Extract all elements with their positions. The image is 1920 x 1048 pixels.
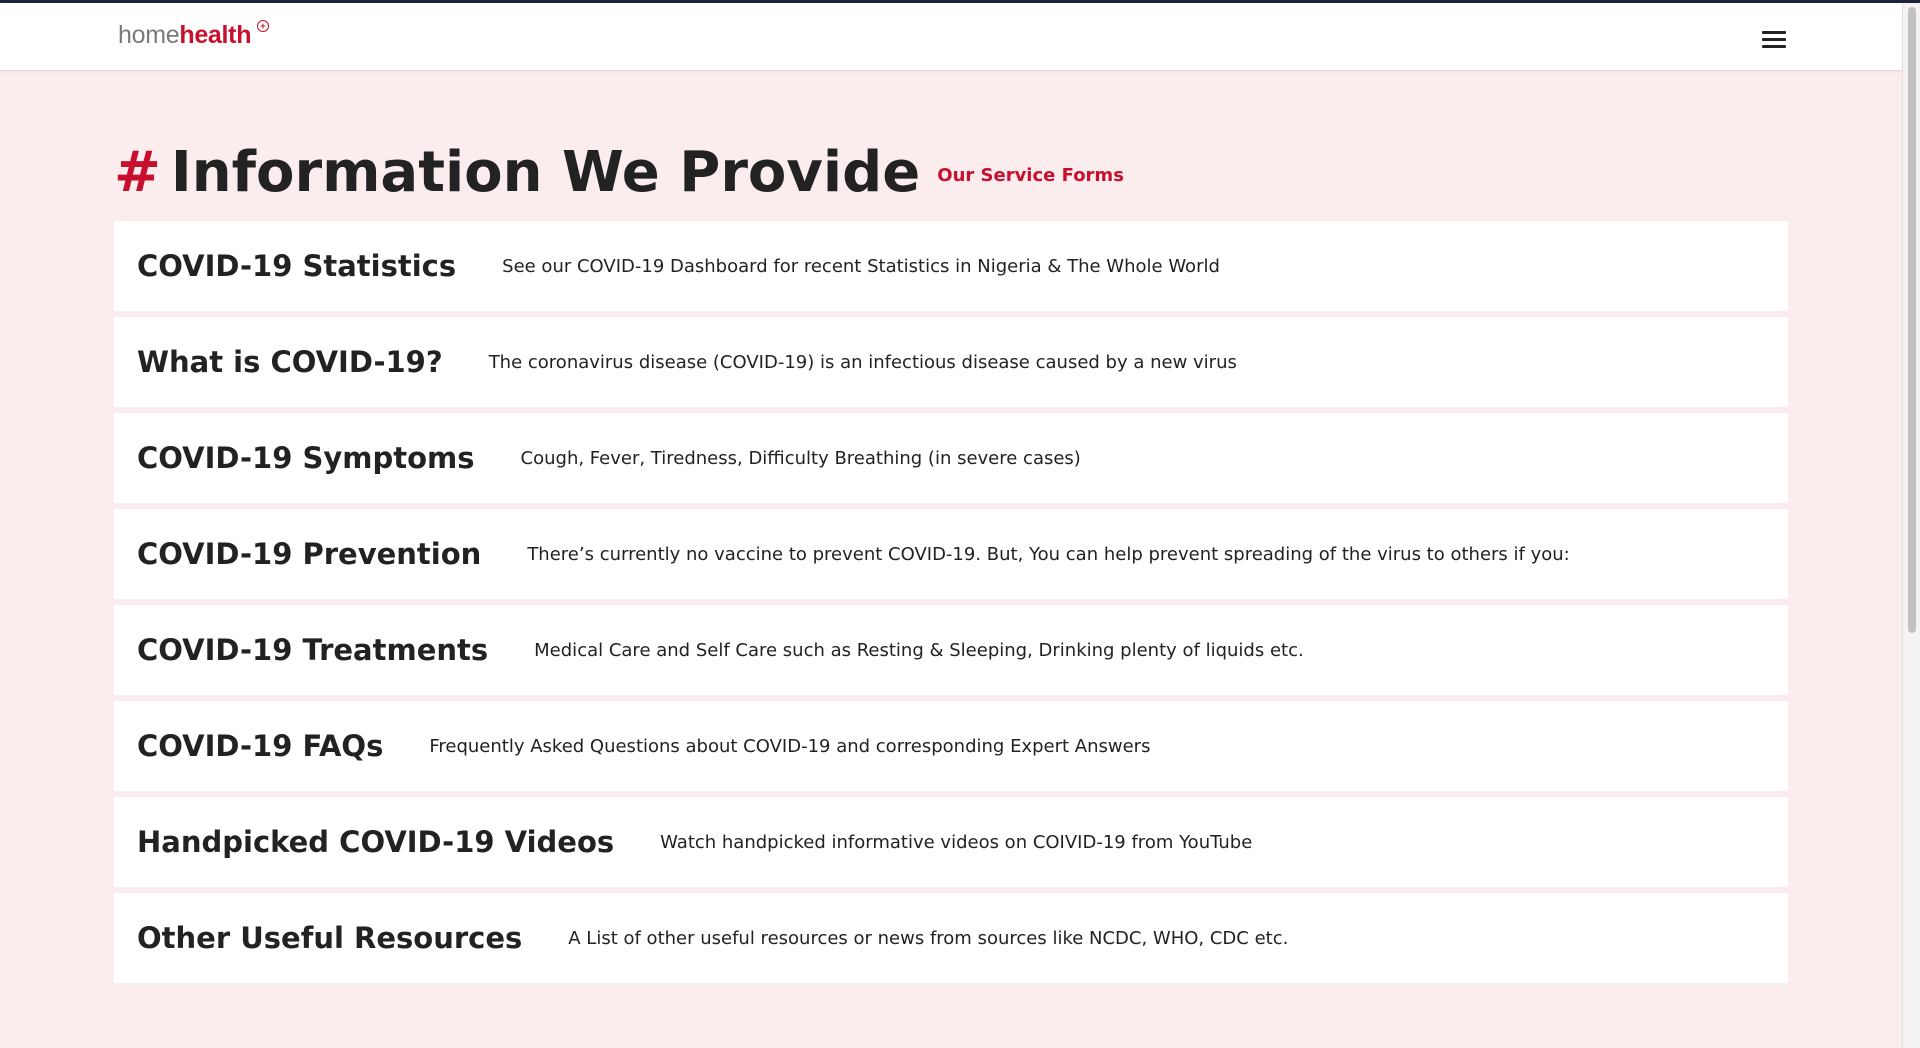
menu-bar-top <box>1762 31 1786 34</box>
item-title: What is COVID-19? <box>137 345 443 379</box>
top-navbar: homehealth + <box>0 3 1902 71</box>
item-description: There’s currently no vaccine to prevent … <box>527 543 1570 565</box>
item-description: Cough, Fever, Tiredness, Difficulty Brea… <box>520 447 1081 469</box>
list-item[interactable]: COVID-19 FAQs Frequently Asked Questions… <box>114 701 1788 791</box>
list-item[interactable]: Other Useful Resources A List of other u… <box>114 893 1788 983</box>
item-description: The coronavirus disease (COVID-19) is an… <box>488 351 1237 373</box>
homehealth-logo[interactable]: homehealth <box>118 21 251 50</box>
heading-hash: # <box>114 140 161 205</box>
page-scrollbar[interactable] <box>1902 3 1920 1048</box>
list-item[interactable]: COVID-19 Statistics See our COVID-19 Das… <box>114 221 1788 311</box>
logo-home-text: home <box>118 21 180 49</box>
logo-plus-icon: + <box>257 20 269 32</box>
item-description: Medical Care and Self Care such as Resti… <box>534 639 1304 661</box>
service-forms-link[interactable]: Our Service Forms <box>937 165 1124 186</box>
logo-health-text: health <box>179 21 252 49</box>
item-title: COVID-19 FAQs <box>137 729 384 763</box>
section-heading: # Information We Provide Our Service Form… <box>114 140 1124 205</box>
info-list: COVID-19 Statistics See our COVID-19 Das… <box>114 221 1788 989</box>
item-title: Handpicked COVID-19 Videos <box>137 825 615 859</box>
menu-bar-middle <box>1762 38 1786 41</box>
item-title: Other Useful Resources <box>137 921 523 955</box>
hamburger-menu-icon[interactable] <box>1762 29 1788 51</box>
list-item[interactable]: COVID-19 Symptoms Cough, Fever, Tirednes… <box>114 413 1788 503</box>
item-title: COVID-19 Statistics <box>137 249 457 283</box>
list-item[interactable]: Handpicked COVID-19 Videos Watch handpic… <box>114 797 1788 887</box>
item-description: See our COVID-19 Dashboard for recent St… <box>502 255 1220 277</box>
item-description: Watch handpicked informative videos on C… <box>660 831 1253 853</box>
scrollbar-thumb[interactable] <box>1908 7 1916 633</box>
page-title: Information We Provide <box>170 140 921 205</box>
item-description: Frequently Asked Questions about COVID-1… <box>429 735 1151 757</box>
item-description: A List of other useful resources or news… <box>568 927 1289 949</box>
item-title: COVID-19 Prevention <box>137 537 482 571</box>
item-title: COVID-19 Symptoms <box>137 441 475 475</box>
list-item[interactable]: COVID-19 Treatments Medical Care and Sel… <box>114 605 1788 695</box>
menu-bar-bottom <box>1762 45 1786 48</box>
list-item[interactable]: What is COVID-19? The coronavirus diseas… <box>114 317 1788 407</box>
item-title: COVID-19 Treatments <box>137 633 489 667</box>
list-item[interactable]: COVID-19 Prevention There’s currently no… <box>114 509 1788 599</box>
